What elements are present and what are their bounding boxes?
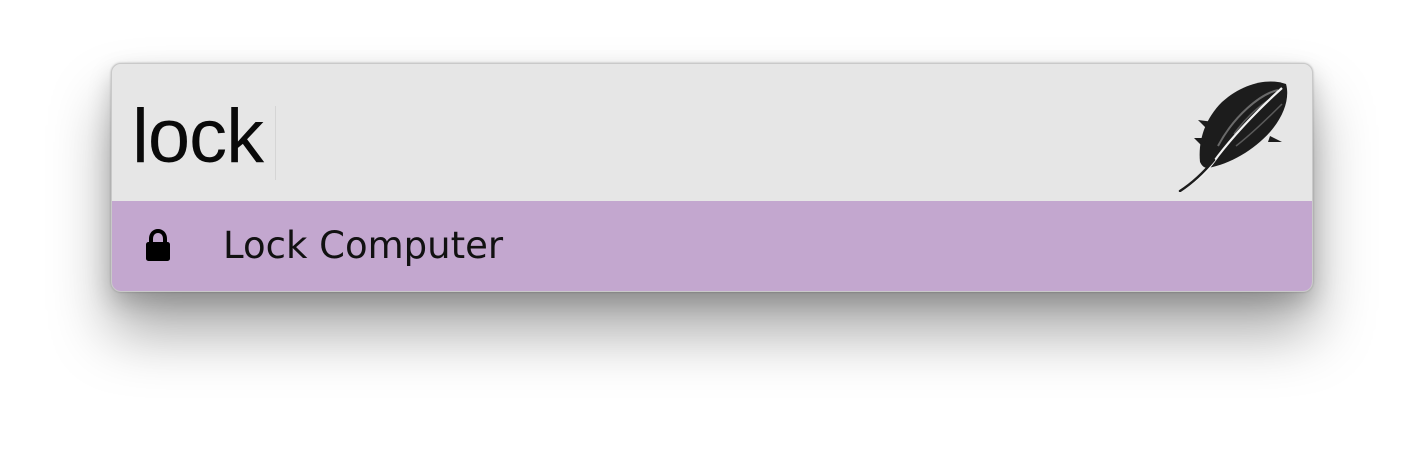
- screen: Lock Computer: [0, 0, 1424, 452]
- results-list: Lock Computer: [112, 201, 1312, 291]
- launcher-window: Lock Computer: [111, 63, 1313, 292]
- feather-icon: [1178, 81, 1288, 192]
- lock-icon: [146, 229, 170, 261]
- text-cursor: [275, 106, 276, 180]
- result-item-lock-computer[interactable]: Lock Computer: [112, 201, 1312, 291]
- result-label: Lock Computer: [223, 224, 504, 267]
- search-bar: [112, 64, 1312, 201]
- search-input[interactable]: [132, 86, 1152, 186]
